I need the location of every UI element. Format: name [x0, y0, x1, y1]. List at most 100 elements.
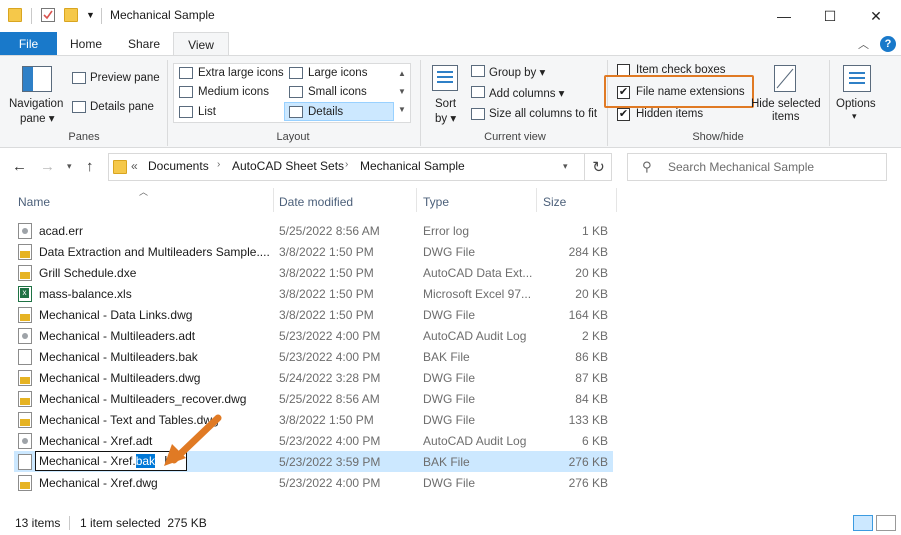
file-row[interactable]: Mechanical - Multileaders.bak 5/23/2022 4… [14, 346, 613, 367]
file-row[interactable]: mass-balance.xls 3/8/2022 1:50 PM Microsof… [14, 283, 613, 304]
layout-large-icons[interactable]: Large icons [308, 67, 367, 79]
file-row[interactable]: Mechanical - Data Links.dwg 3/8/2022 1:50… [14, 304, 613, 325]
file-row[interactable]: acad.err 5/25/2022 8:56 AM Error log 1 KB [14, 220, 613, 241]
file-name: acad.err [39, 224, 84, 238]
breadcrumb-mechanical-sample[interactable]: Mechanical Sample [360, 159, 465, 173]
file-row[interactable]: Mechanical - Multileaders.dwg 5/24/2022 3… [14, 367, 613, 388]
file-row[interactable]: Grill Schedule.dxe 3/8/2022 1:50 PM AutoCA… [14, 262, 613, 283]
search-box[interactable]: ⚲ Search Mechanical Sample [627, 153, 887, 181]
refresh-button[interactable]: ↻ [584, 153, 612, 181]
column-divider[interactable] [536, 188, 537, 212]
details-view-button[interactable] [853, 515, 873, 531]
dwg-file-icon [18, 265, 32, 281]
file-type: DWG File [423, 413, 475, 427]
file-type: AutoCAD Audit Log [423, 329, 527, 343]
up-button[interactable]: ↑ [86, 158, 94, 175]
layout-small-icons[interactable]: Small icons [308, 86, 367, 98]
column-type[interactable]: Type [423, 195, 449, 209]
breadcrumb-autocad-sheet-sets[interactable]: AutoCAD Sheet Sets [232, 159, 344, 173]
new-folder-icon[interactable] [64, 8, 78, 22]
file-row[interactable]: Mechanical - Xref.dwg 5/23/2022 4:00 PM DW… [14, 472, 613, 493]
column-name[interactable]: Name [18, 195, 50, 209]
layout-scroll-arrows[interactable]: ▲ ▼ ▼ [398, 65, 406, 119]
collapse-ribbon-icon[interactable]: ︿ [858, 36, 869, 52]
file-size: 6 KB [581, 434, 608, 448]
layout-medium-icons[interactable]: Medium icons [198, 86, 269, 98]
recent-locations-button[interactable]: ▾ [67, 161, 72, 172]
hide-selected-button[interactable]: Hide selected [751, 98, 821, 110]
hidden-items-label[interactable]: Hidden items [636, 108, 703, 120]
hide-selected-icon[interactable] [774, 65, 796, 92]
hide-selected-button-2[interactable]: items [772, 111, 799, 123]
properties-icon[interactable] [41, 8, 55, 22]
file-row[interactable]: Data Extraction and Multileaders Sample.… [14, 241, 613, 262]
file-type: DWG File [423, 476, 475, 490]
column-divider[interactable] [616, 188, 617, 212]
selection-info: 1 item selected 275 KB [80, 516, 207, 530]
back-button[interactable]: ← [12, 158, 27, 175]
help-icon[interactable]: ? [880, 36, 896, 52]
divider [31, 8, 32, 24]
sort-by-dropdown[interactable]: by ▾ [435, 111, 456, 125]
options-button[interactable]: Options [836, 98, 876, 110]
add-columns-button[interactable]: Add columns ▾ [489, 86, 564, 100]
callout-arrow-icon [164, 414, 222, 466]
breadcrumb-documents[interactable]: Documents [148, 159, 209, 173]
file-size: 1 KB [581, 224, 608, 238]
group-by-button[interactable]: Group by ▾ [489, 65, 545, 79]
tab-home[interactable]: Home [60, 32, 112, 56]
file-type: DWG File [423, 308, 475, 322]
navigation-pane-dropdown[interactable]: pane ▾ [20, 111, 55, 125]
column-size[interactable]: Size [543, 195, 566, 209]
customize-toolbar-icon[interactable]: ▼ [86, 10, 95, 20]
file-name: Mechanical - Xref.dwg [39, 476, 158, 490]
maximize-button[interactable]: ☐ [807, 0, 853, 32]
navigation-pane-button[interactable]: Navigation [9, 98, 63, 110]
file-date: 5/25/2022 8:56 AM [279, 224, 380, 238]
file-type: Microsoft Excel 97... [423, 287, 532, 301]
layout-details[interactable]: Details [308, 106, 343, 118]
column-date-modified[interactable]: Date modified [279, 195, 353, 209]
close-button[interactable]: ✕ [853, 0, 899, 32]
size-all-columns-button[interactable]: Size all columns to fit [489, 108, 597, 120]
forward-button[interactable]: → [40, 158, 55, 175]
column-divider[interactable] [273, 188, 274, 212]
file-row[interactable]: Mechanical - Multileaders_recover.dwg 5/2… [14, 388, 613, 409]
options-dropdown-icon[interactable]: ▾ [852, 111, 857, 122]
minimize-button[interactable]: — [761, 0, 807, 32]
list-icon [179, 106, 193, 118]
file-row[interactable]: Mechanical - Multileaders.adt 5/23/2022 4… [14, 325, 613, 346]
file-row[interactable]: Mechanical - Xref.adt 5/23/2022 4:00 PM Au… [14, 430, 613, 451]
divider [69, 516, 70, 530]
breadcrumb-chevron-icon[interactable]: › [217, 159, 220, 170]
breadcrumb-chevron-icon[interactable]: › [345, 159, 348, 170]
large-icons-view-button[interactable] [876, 515, 896, 531]
column-divider[interactable] [416, 188, 417, 212]
hidden-items-checkbox[interactable]: ✔ [617, 108, 630, 121]
file-date: 3/8/2022 1:50 PM [279, 245, 374, 259]
breadcrumb-overflow[interactable]: « [131, 159, 138, 173]
bak-file-icon [18, 349, 32, 365]
address-bar[interactable]: « Documents › AutoCAD Sheet Sets › Mecha… [108, 153, 612, 181]
dwg-file-icon [18, 370, 32, 386]
sort-by-button[interactable]: Sort [435, 98, 456, 110]
file-type: BAK File [423, 350, 470, 364]
address-row: ← → ▾ ↑ « Documents › AutoCAD Sheet Sets… [0, 148, 901, 186]
window-title: Mechanical Sample [110, 8, 215, 22]
tab-view[interactable]: View [173, 32, 229, 57]
layout-list[interactable]: List [198, 106, 216, 118]
address-history-dropdown[interactable]: ▾ [563, 161, 568, 172]
file-row[interactable]: Mechanical - Text and Tables.dwg 3/8/2022… [14, 409, 613, 430]
preview-pane-button[interactable]: Preview pane [90, 72, 160, 84]
tab-share[interactable]: Share [118, 32, 170, 56]
item-count: 13 items [15, 516, 61, 530]
sort-ascending-icon: ︿ [139, 187, 149, 197]
details-pane-button[interactable]: Details pane [90, 101, 154, 113]
options-icon[interactable] [843, 65, 871, 92]
sort-icon[interactable] [432, 65, 458, 91]
navigation-pane-icon[interactable] [22, 66, 52, 92]
layout-extra-large-icons[interactable]: Extra large icons [198, 67, 284, 79]
file-type: DWG File [423, 392, 475, 406]
tab-file[interactable]: File [0, 32, 57, 56]
rename-base-text: Mechanical - Xref. [39, 454, 136, 468]
